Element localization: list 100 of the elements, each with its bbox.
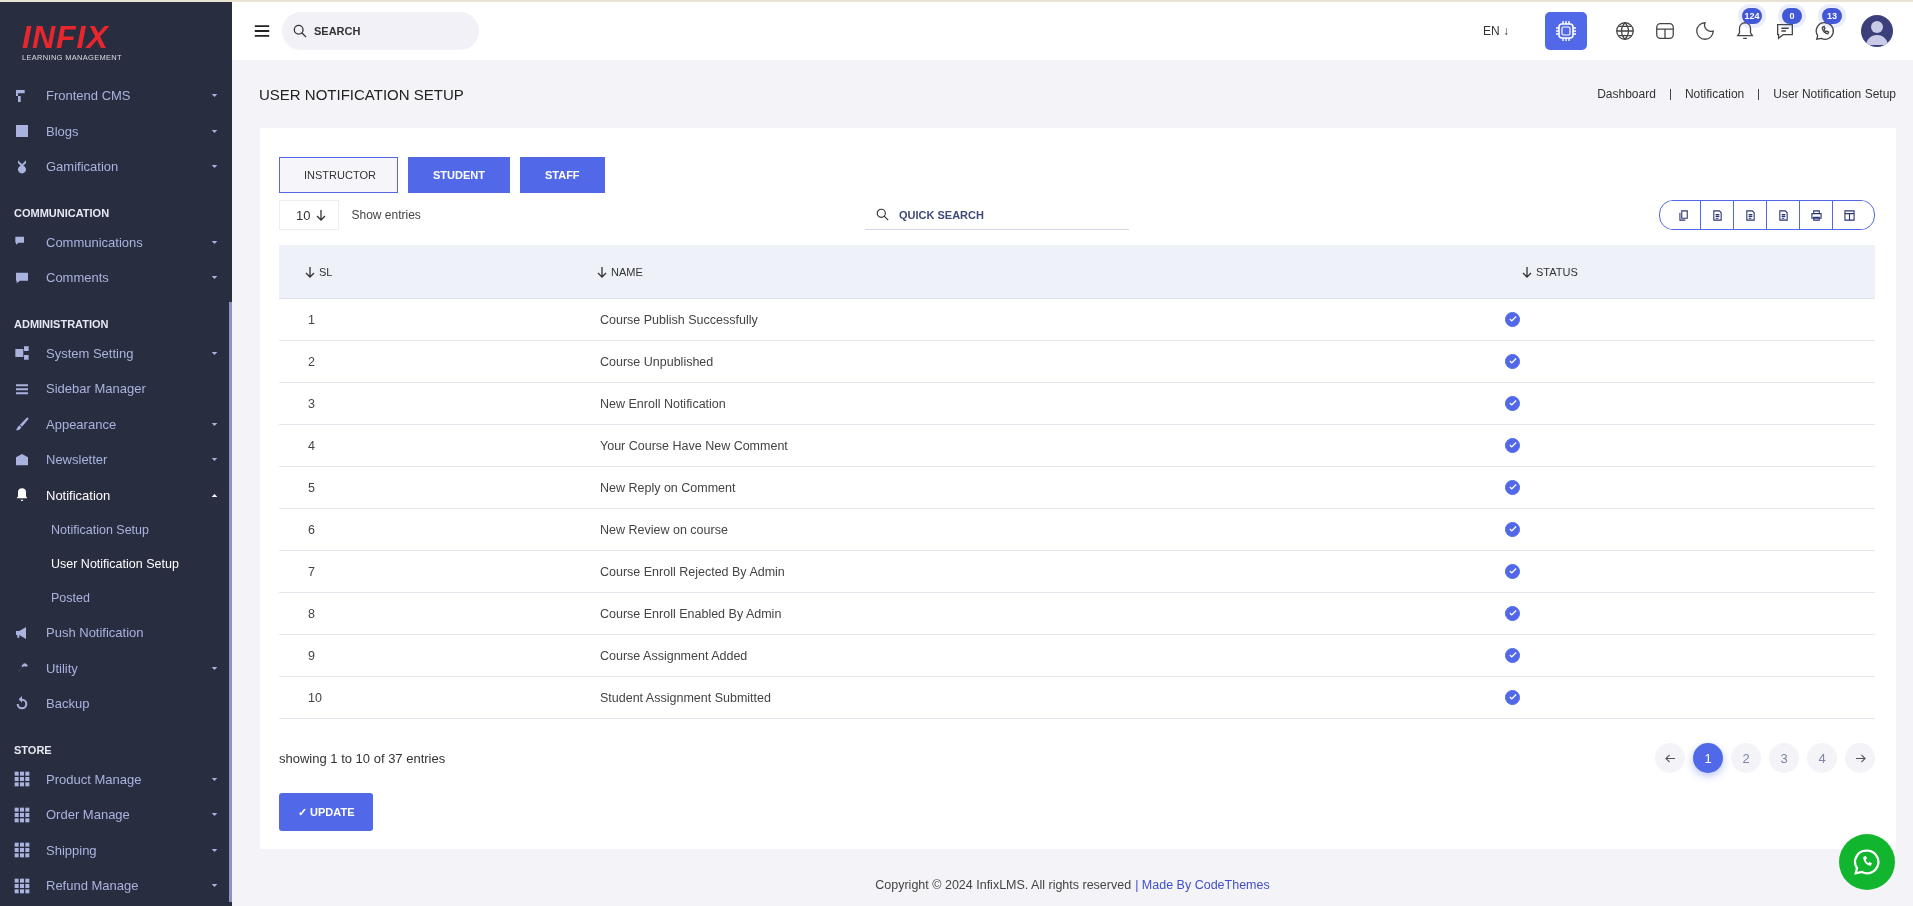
sidebar-item[interactable]: Communications xyxy=(46,234,211,250)
status-checkbox[interactable] xyxy=(1505,605,1520,621)
table-cell-text: Student Assignment Submitted xyxy=(599,690,772,705)
moon-icon[interactable] xyxy=(1694,20,1716,42)
checkmark-icon xyxy=(1507,314,1518,325)
arrow-down-icon xyxy=(316,209,327,221)
breadcrumb-link[interactable]: Notification xyxy=(1684,87,1745,101)
breadcrumb-link[interactable]: Dashboard xyxy=(1597,87,1656,101)
sort-arrow-icon xyxy=(597,265,607,278)
status-checkbox[interactable] xyxy=(1505,647,1520,663)
sidebar-item[interactable]: Shipping xyxy=(46,842,211,858)
search-icon xyxy=(876,208,889,221)
logo-title: INFIX xyxy=(22,22,110,52)
checkmark-icon xyxy=(1507,356,1518,367)
status-checkbox[interactable] xyxy=(1505,521,1520,537)
table-cell-text: New Review on course xyxy=(599,522,729,537)
checkmark-icon xyxy=(1507,440,1518,451)
column-header[interactable]: STATUS xyxy=(1496,265,1875,278)
table-cell-text: 10 xyxy=(307,690,323,705)
notification-badge: 0 xyxy=(1782,8,1802,24)
table-cell-text: 3 xyxy=(307,396,316,411)
table-cell-text: 7 xyxy=(307,564,316,579)
table-cell-text: 5 xyxy=(307,480,316,495)
sidebar-subitem[interactable]: Posted xyxy=(0,581,232,615)
search-icon xyxy=(293,24,307,38)
document-icon xyxy=(1711,209,1723,221)
table-cell-text: 6 xyxy=(307,522,316,537)
sidebar-item[interactable]: Backup xyxy=(46,696,218,712)
table-cell-text: Your Course Have New Comment xyxy=(599,438,789,453)
globe-icon[interactable] xyxy=(1614,20,1636,42)
phone-chat-icon[interactable] xyxy=(1814,20,1836,42)
status-checkbox[interactable] xyxy=(1505,563,1520,579)
sidebar-item[interactable]: Gamification xyxy=(46,159,211,175)
tab[interactable]: INSTRUCTOR xyxy=(279,157,398,193)
page-button[interactable]: 1 xyxy=(1693,743,1723,773)
language-selector[interactable]: EN ↓ xyxy=(1483,24,1509,38)
ai-button[interactable] xyxy=(1545,12,1587,50)
columns-icon xyxy=(1844,209,1855,221)
sidebar-item[interactable]: Refund Manage xyxy=(46,878,211,894)
sidebar-item[interactable]: Push Notification xyxy=(46,625,218,641)
table-cell-text: 4 xyxy=(307,438,316,453)
status-checkbox[interactable] xyxy=(1505,311,1520,327)
footer-link[interactable]: | Made By CodeThemes xyxy=(1135,878,1270,892)
tab[interactable]: STAFF xyxy=(519,157,605,193)
column-header[interactable]: SL xyxy=(279,265,571,278)
sidebar-item[interactable]: Order Manage xyxy=(46,807,211,823)
sidebar-subitem[interactable]: Notification Setup xyxy=(0,513,232,547)
arrow-right-icon xyxy=(1854,752,1866,764)
copy-button[interactable] xyxy=(1668,201,1701,229)
table-cell-text: 8 xyxy=(307,606,316,621)
column-header[interactable]: NAME xyxy=(571,265,1496,278)
entries-select[interactable]: 10 xyxy=(279,200,340,230)
caret-icon xyxy=(211,776,218,782)
checkmark-icon xyxy=(1507,482,1518,493)
table-cell-text: Course Assignment Added xyxy=(599,648,749,663)
caret-icon xyxy=(211,350,218,356)
caret-icon xyxy=(211,164,218,170)
bell-icon[interactable] xyxy=(1734,20,1756,42)
tab[interactable]: STUDENT xyxy=(408,157,510,193)
sidebar-item[interactable]: System Setting xyxy=(46,345,211,361)
sidebar-item[interactable]: Product Manage xyxy=(46,771,211,787)
arrow-left-icon xyxy=(1664,752,1676,764)
sidebar-subitem[interactable]: User Notification Setup xyxy=(0,547,232,581)
sidebar-item[interactable]: Notification xyxy=(46,487,211,503)
notification-badge: 124 xyxy=(1742,8,1762,24)
caret-icon xyxy=(211,812,218,818)
avatar[interactable] xyxy=(1861,15,1893,47)
sort-arrow-icon xyxy=(1522,265,1532,278)
document-icon xyxy=(1744,209,1756,221)
page-button[interactable]: 3 xyxy=(1769,743,1799,773)
page-title: USER NOTIFICATION SETUP xyxy=(259,85,464,103)
caret-icon xyxy=(211,421,218,427)
sidebar-item[interactable]: Comments xyxy=(46,270,211,286)
caret-icon xyxy=(211,665,218,671)
sidebar-item[interactable]: Newsletter xyxy=(46,452,211,468)
search-field[interactable]: SEARCH xyxy=(282,12,479,50)
next-page-button[interactable] xyxy=(1845,743,1875,773)
status-checkbox[interactable] xyxy=(1505,479,1520,495)
sidebar-item[interactable]: Blogs xyxy=(46,123,211,139)
sidebar-item[interactable]: Sidebar Manager xyxy=(46,381,218,397)
sidebar-item[interactable]: Utility xyxy=(46,660,211,676)
document-icon xyxy=(1777,209,1789,221)
status-checkbox[interactable] xyxy=(1505,689,1520,705)
status-checkbox[interactable] xyxy=(1505,395,1520,411)
layout-icon[interactable] xyxy=(1654,20,1676,42)
printer-icon xyxy=(1810,209,1822,221)
checkmark-icon xyxy=(1507,650,1518,661)
caret-icon xyxy=(211,847,218,853)
sidebar-section-title: COMMUNICATION xyxy=(13,205,111,221)
status-checkbox[interactable] xyxy=(1505,437,1520,453)
sidebar-item[interactable]: Appearance xyxy=(46,416,211,432)
whatsapp-button[interactable] xyxy=(1839,834,1895,890)
previous-page-button[interactable] xyxy=(1655,743,1685,773)
checkmark-icon xyxy=(1507,524,1518,535)
caret-icon xyxy=(211,239,218,245)
sidebar-item[interactable]: Frontend CMS xyxy=(46,88,211,104)
table-cell-text: Course Enroll Rejected By Admin xyxy=(599,564,786,579)
update-button[interactable]: ✓ UPDATE xyxy=(279,793,374,831)
status-checkbox[interactable] xyxy=(1505,353,1520,369)
caret-icon xyxy=(211,883,218,889)
